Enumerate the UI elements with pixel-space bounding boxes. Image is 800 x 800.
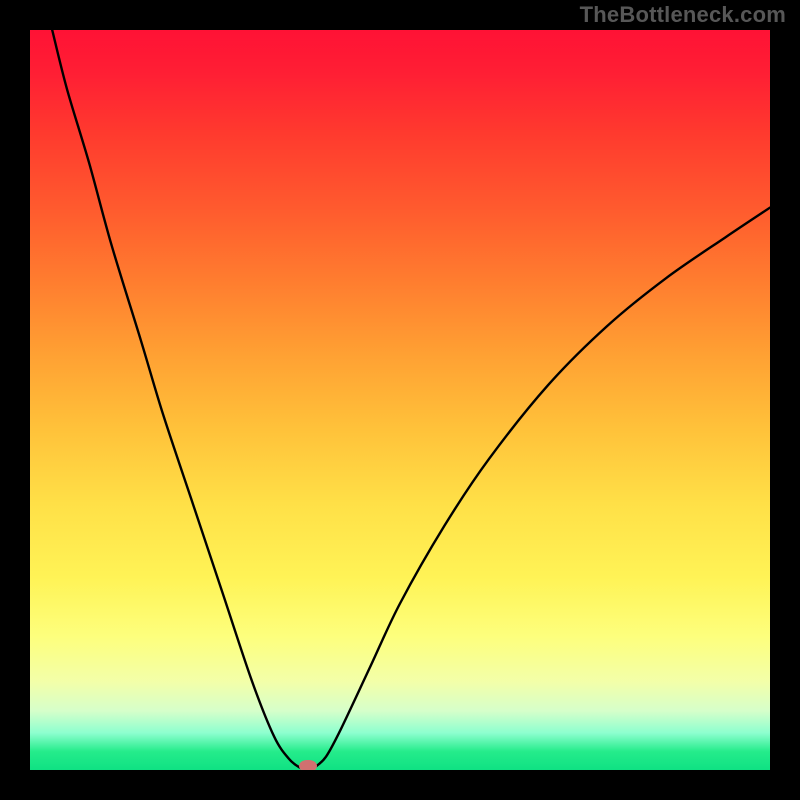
watermark-text: TheBottleneck.com: [580, 2, 786, 28]
bottleneck-curve: [52, 30, 770, 770]
curve-svg: [30, 30, 770, 770]
chart-frame: TheBottleneck.com: [0, 0, 800, 800]
plot-area: [30, 30, 770, 770]
minimum-marker: [299, 760, 317, 770]
